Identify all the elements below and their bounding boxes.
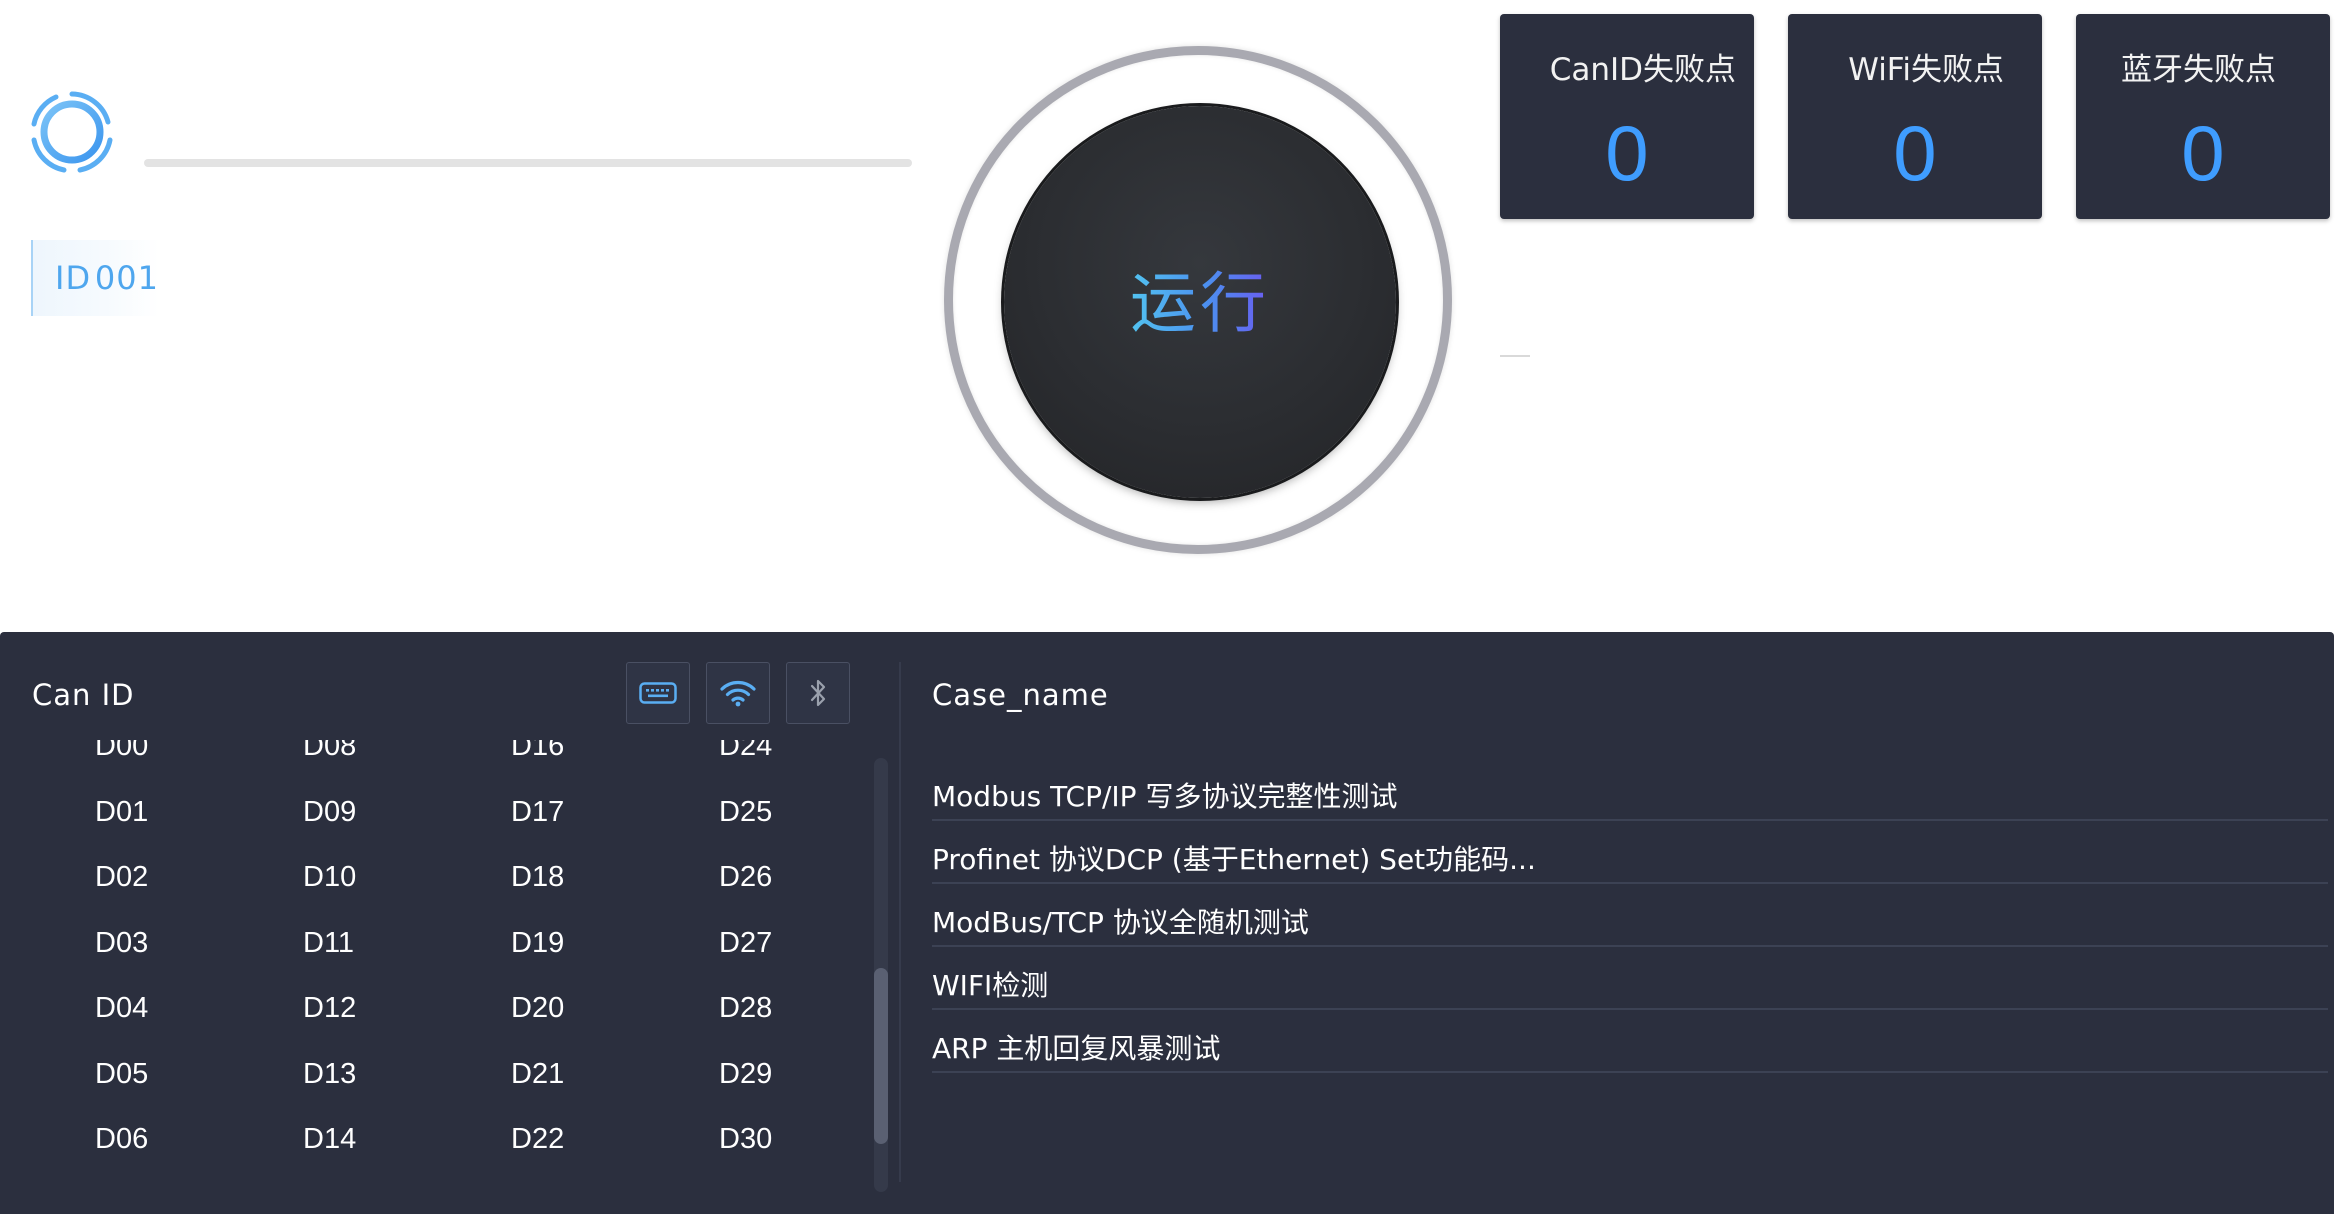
bluetooth-icon <box>810 679 826 707</box>
can-id-cell[interactable]: D03 <box>95 927 148 960</box>
can-id-cell[interactable]: D05 <box>95 1058 148 1091</box>
device-id-value: 001 <box>94 259 159 297</box>
stat-card-bluetooth-failures: 蓝牙失败点 0 <box>2076 14 2330 219</box>
progress-bar <box>144 159 912 167</box>
case-list-item[interactable]: WIFI检测 <box>932 947 2328 1010</box>
device-id-badge: ID 001 <box>31 240 159 316</box>
can-id-grid: D00 D01 D02 D03 D04 D05 D06 D08 D09 D10 D11 D12 D13 D… <box>0 740 880 1214</box>
can-id-cell[interactable]: D20 <box>511 992 564 1025</box>
can-id-scrollbar[interactable] <box>874 758 888 1192</box>
can-id-cell[interactable]: D02 <box>95 861 148 894</box>
can-id-cell[interactable]: D26 <box>719 861 772 894</box>
can-id-cell[interactable]: D24 <box>719 740 772 763</box>
case-list-item[interactable]: ModBus/TCP 协议全随机测试 <box>932 884 2328 947</box>
can-id-cell[interactable]: D01 <box>95 796 148 829</box>
can-id-cell[interactable]: D04 <box>95 992 148 1025</box>
can-id-cell[interactable]: D27 <box>719 927 772 960</box>
device-id-label: ID <box>55 259 92 297</box>
bottom-panel: Can ID D00 D01 D02 D03 D04 D05 D06 D08 D… <box>0 632 2334 1214</box>
stat-title: 蓝牙失败点 <box>2121 52 2276 88</box>
can-id-title: Can ID <box>32 678 135 712</box>
can-id-cell[interactable]: D30 <box>719 1123 772 1156</box>
run-button-label: 运行 <box>1130 250 1270 346</box>
stat-title: CanID失败点 <box>1549 52 1736 88</box>
can-id-cell[interactable]: D16 <box>511 740 564 763</box>
stat-card-canid-failures: CanID失败点 0 <box>1500 14 1754 219</box>
case-list-item[interactable]: Profinet 协议DCP (基于Ethernet) Set功能码... <box>932 821 2328 884</box>
stat-value: 0 <box>1605 109 1649 197</box>
loading-ring-icon <box>31 91 113 173</box>
can-id-cell[interactable]: D06 <box>95 1123 148 1156</box>
can-id-cell[interactable]: D19 <box>511 927 564 960</box>
can-id-cell[interactable]: D29 <box>719 1058 772 1091</box>
stat-card-wifi-failures: WiFi失败点 0 <box>1788 14 2042 219</box>
stat-value: 0 <box>2181 109 2225 197</box>
case-list-item[interactable]: Modbus TCP/IP 写多协议完整性测试 <box>932 758 2328 821</box>
can-id-cell[interactable]: D00 <box>95 740 148 763</box>
case-list: Modbus TCP/IP 写多协议完整性测试 Profinet 协议DCP (… <box>932 758 2328 1073</box>
can-id-cell[interactable]: D08 <box>303 740 356 763</box>
test-dashboard: ID 001 运行 CanID失败点 0 WiFi失败点 0 蓝牙失败点 0 C… <box>0 0 2342 1214</box>
run-button[interactable]: 运行 <box>1004 106 1396 498</box>
divider-dash <box>1500 355 1530 357</box>
can-id-scrollbar-thumb[interactable] <box>874 968 888 1144</box>
can-id-cell[interactable]: D14 <box>303 1123 356 1156</box>
panel-divider <box>899 662 901 1182</box>
can-id-cell[interactable]: D18 <box>511 861 564 894</box>
stat-value: 0 <box>1893 109 1937 197</box>
can-id-cell[interactable]: D11 <box>303 927 354 960</box>
case-name-title: Case_name <box>932 678 1109 712</box>
can-id-cell[interactable]: D09 <box>303 796 356 829</box>
case-list-item[interactable]: ARP 主机回复风暴测试 <box>932 1010 2328 1073</box>
can-id-cell[interactable]: D12 <box>303 992 356 1025</box>
wifi-toggle-button[interactable] <box>706 662 770 724</box>
wifi-icon <box>720 681 756 707</box>
can-id-cell[interactable]: D28 <box>719 992 772 1025</box>
bluetooth-toggle-button[interactable] <box>786 662 850 724</box>
can-id-cell[interactable]: D17 <box>511 796 564 829</box>
can-id-cell[interactable]: D22 <box>511 1123 564 1156</box>
can-id-cell[interactable]: D25 <box>719 796 772 829</box>
can-id-cell[interactable]: D21 <box>511 1058 564 1091</box>
keyboard-icon <box>639 682 677 704</box>
can-id-cell[interactable]: D13 <box>303 1058 356 1091</box>
can-id-cell[interactable]: D10 <box>303 861 356 894</box>
keyboard-toggle-button[interactable] <box>626 662 690 724</box>
stat-title: WiFi失败点 <box>1848 52 2004 88</box>
